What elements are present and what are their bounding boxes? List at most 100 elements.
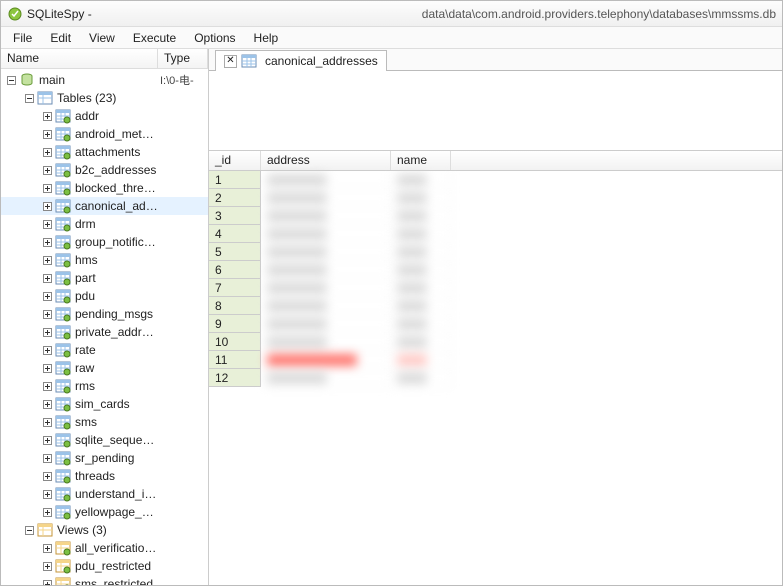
expand-icon[interactable] <box>5 74 17 86</box>
expand-icon[interactable] <box>23 524 35 536</box>
grid-row[interactable]: 9 <box>209 315 782 333</box>
grid-row[interactable]: 11 <box>209 351 782 369</box>
tree-table-part[interactable]: part <box>1 269 208 287</box>
tree-view-sms-restricted[interactable]: sms_restricted <box>1 575 208 585</box>
tree-table-sr-pending[interactable]: sr_pending <box>1 449 208 467</box>
expand-icon[interactable] <box>41 164 53 176</box>
tree-tables-group[interactable]: Tables (23) <box>1 89 208 107</box>
schema-tree-pane: Name Type mainI:\0-电-Tables (23)addrandr… <box>1 49 209 585</box>
tree-table-raw[interactable]: raw <box>1 359 208 377</box>
tree-table-sms[interactable]: sms <box>1 413 208 431</box>
table-icon <box>55 342 71 358</box>
grid-row[interactable]: 7 <box>209 279 782 297</box>
col-name[interactable]: name <box>391 151 451 170</box>
expand-icon[interactable] <box>41 506 53 518</box>
grid-row[interactable]: 10 <box>209 333 782 351</box>
menu-execute[interactable]: Execute <box>125 29 184 47</box>
tree-views-group[interactable]: Views (3) <box>1 521 208 539</box>
tab-row: ✕ canonical_addresses <box>209 49 782 71</box>
tab-canonical-addresses[interactable]: ✕ canonical_addresses <box>215 50 387 71</box>
node-label: understand_info <box>75 487 160 501</box>
tree-table-drm[interactable]: drm <box>1 215 208 233</box>
result-grid[interactable]: _id address name 123456789101112 <box>209 151 782 585</box>
tree-header: Name Type <box>1 49 208 69</box>
node-label: rms <box>75 379 160 393</box>
table-icon <box>55 360 71 376</box>
node-type: I:\0-电- <box>160 72 208 88</box>
expand-icon[interactable] <box>41 470 53 482</box>
grid-row[interactable]: 6 <box>209 261 782 279</box>
tree-table-android-metadata[interactable]: android_metadata <box>1 125 208 143</box>
expand-icon[interactable] <box>41 434 53 446</box>
tree-table-group-notifications[interactable]: group_notifications <box>1 233 208 251</box>
expand-icon[interactable] <box>41 344 53 356</box>
expand-icon[interactable] <box>41 398 53 410</box>
grid-row[interactable]: 4 <box>209 225 782 243</box>
tree-table-rate[interactable]: rate <box>1 341 208 359</box>
menu-options[interactable]: Options <box>186 29 243 47</box>
menu-edit[interactable]: Edit <box>42 29 79 47</box>
expand-icon[interactable] <box>41 452 53 464</box>
tree-table-threads[interactable]: threads <box>1 467 208 485</box>
sql-editor[interactable] <box>209 71 782 151</box>
grid-row[interactable]: 8 <box>209 297 782 315</box>
expand-icon[interactable] <box>41 578 53 585</box>
expand-icon[interactable] <box>41 254 53 266</box>
expand-icon[interactable] <box>41 542 53 554</box>
col-address[interactable]: address <box>261 151 391 170</box>
expand-icon[interactable] <box>41 362 53 374</box>
tree-table-private-addresses[interactable]: private_addresses <box>1 323 208 341</box>
expand-icon[interactable] <box>41 416 53 428</box>
expand-icon[interactable] <box>41 326 53 338</box>
col-id[interactable]: _id <box>209 151 261 170</box>
tree-table-yellowpage-addresses[interactable]: yellowpage_addresses <box>1 503 208 521</box>
expand-icon[interactable] <box>41 272 53 284</box>
expand-icon[interactable] <box>41 110 53 122</box>
tab-close-icon[interactable]: ✕ <box>224 55 237 68</box>
tree-table-rms[interactable]: rms <box>1 377 208 395</box>
tree-view-pdu-restricted[interactable]: pdu_restricted <box>1 557 208 575</box>
table-icon <box>55 216 71 232</box>
tree-view-all-verification-code[interactable]: all_verification_code <box>1 539 208 557</box>
table-icon <box>55 288 71 304</box>
expand-icon[interactable] <box>41 128 53 140</box>
grid-row[interactable]: 3 <box>209 207 782 225</box>
grid-row[interactable]: 1 <box>209 171 782 189</box>
expand-icon[interactable] <box>41 218 53 230</box>
tree-table-addr[interactable]: addr <box>1 107 208 125</box>
tree-table-sim-cards[interactable]: sim_cards <box>1 395 208 413</box>
tree-header-type[interactable]: Type <box>158 49 208 68</box>
grid-row[interactable]: 2 <box>209 189 782 207</box>
tree-table-hms[interactable]: hms <box>1 251 208 269</box>
tree-table-understand-info[interactable]: understand_info <box>1 485 208 503</box>
expand-icon[interactable] <box>41 560 53 572</box>
expand-icon[interactable] <box>41 146 53 158</box>
tree-table-pending-msgs[interactable]: pending_msgs <box>1 305 208 323</box>
tree-table-attachments[interactable]: attachments <box>1 143 208 161</box>
expand-icon[interactable] <box>41 200 53 212</box>
schema-tree[interactable]: mainI:\0-电-Tables (23)addrandroid_metada… <box>1 69 208 585</box>
expand-icon[interactable] <box>41 380 53 392</box>
expand-icon[interactable] <box>41 308 53 320</box>
tree-table-pdu[interactable]: pdu <box>1 287 208 305</box>
node-label: yellowpage_addresses <box>75 505 160 519</box>
row-id: 4 <box>209 225 261 243</box>
tree-table-sqlite-sequence[interactable]: sqlite_sequence <box>1 431 208 449</box>
grid-row[interactable]: 12 <box>209 369 782 387</box>
expand-icon[interactable] <box>41 236 53 248</box>
grid-row[interactable]: 5 <box>209 243 782 261</box>
tree-main[interactable]: mainI:\0-电- <box>1 71 208 89</box>
node-label: blocked_threads <box>75 181 160 195</box>
expand-icon[interactable] <box>41 488 53 500</box>
tree-header-name[interactable]: Name <box>1 49 158 68</box>
menu-view[interactable]: View <box>81 29 123 47</box>
expand-icon[interactable] <box>23 92 35 104</box>
tree-table-canonical-addresses[interactable]: canonical_addresses <box>1 197 208 215</box>
menu-help[interactable]: Help <box>246 29 287 47</box>
menu-file[interactable]: File <box>5 29 40 47</box>
row-id: 3 <box>209 207 261 225</box>
tree-table-blocked-threads[interactable]: blocked_threads <box>1 179 208 197</box>
tree-table-b2c-addresses[interactable]: b2c_addresses <box>1 161 208 179</box>
expand-icon[interactable] <box>41 290 53 302</box>
expand-icon[interactable] <box>41 182 53 194</box>
